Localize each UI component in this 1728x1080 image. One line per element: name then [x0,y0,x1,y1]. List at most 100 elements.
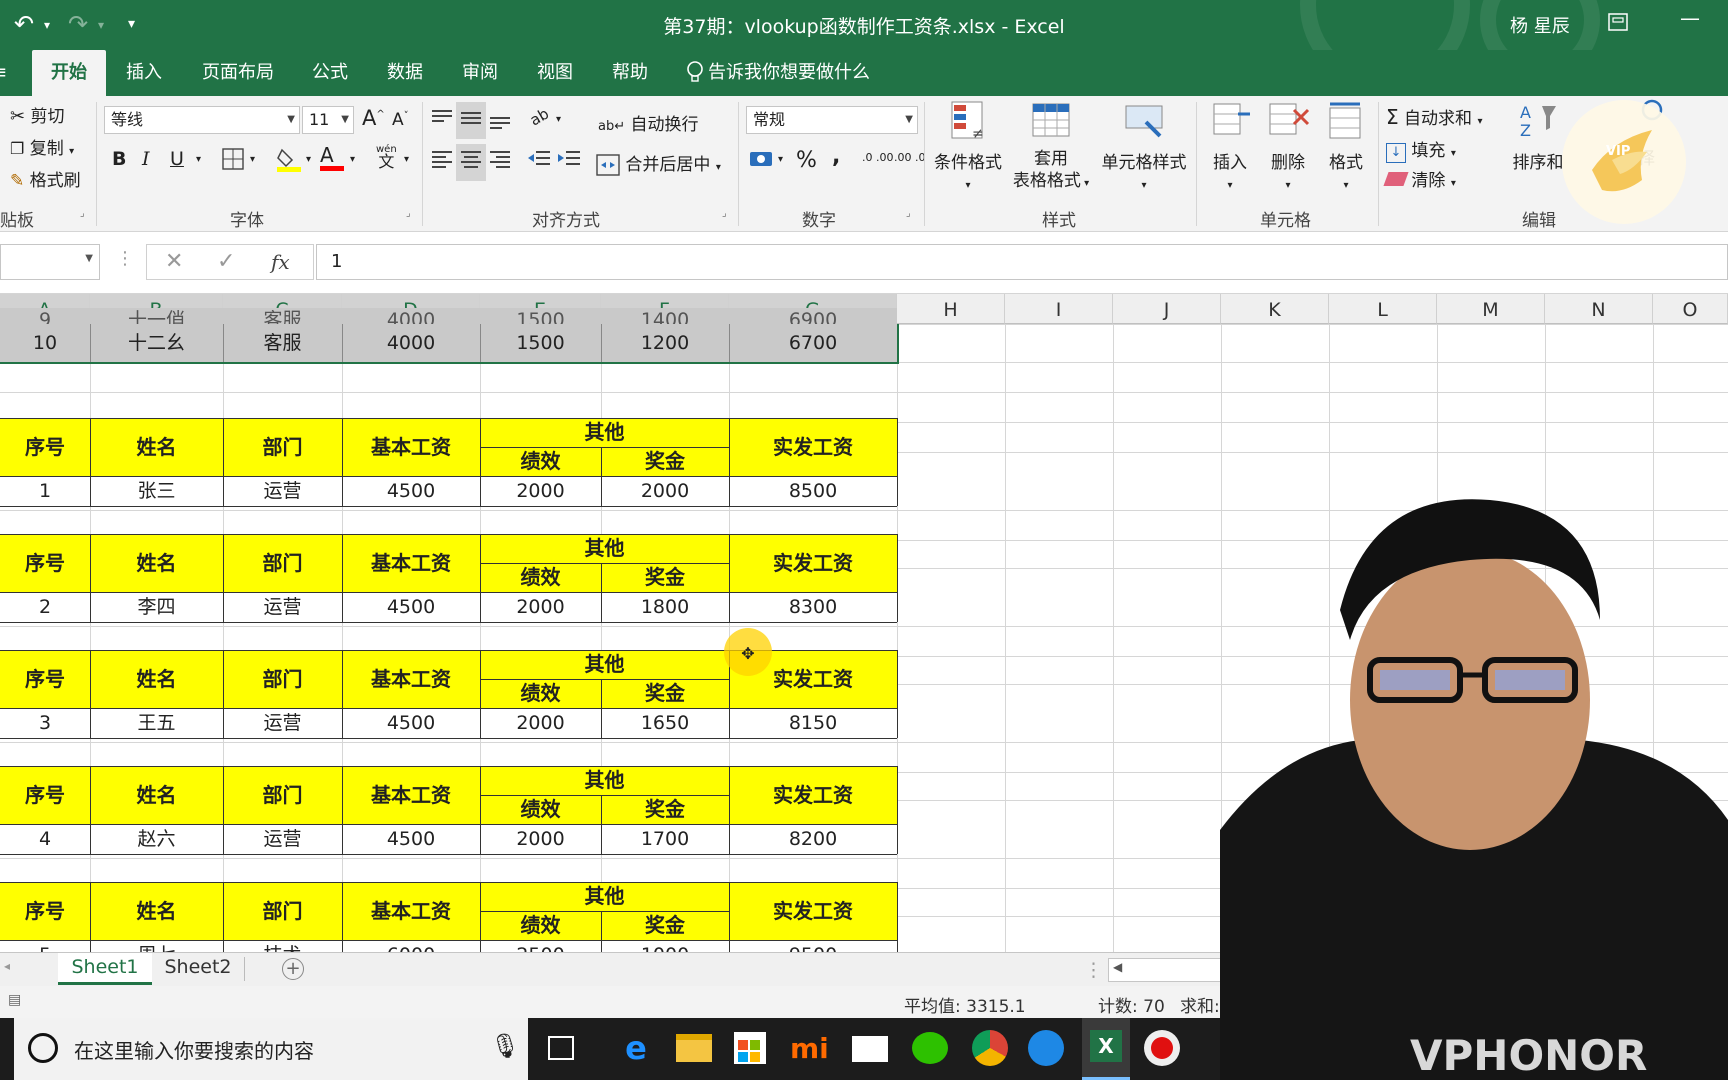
slip-data-cell[interactable]: 2000 [601,476,729,506]
slip-data-cell[interactable]: 1000 [601,940,729,952]
header-bonus[interactable]: 奖金 [601,447,729,476]
chevron-down-icon[interactable]: ▼ [85,253,93,264]
slip-data-cell[interactable]: 运营 [223,708,342,738]
record-button-icon[interactable] [1144,1030,1180,1066]
name-box[interactable]: ▼ [0,244,100,280]
header-base-salary[interactable]: 基本工资 [342,650,480,708]
slip-data-cell[interactable]: 8200 [729,824,897,854]
slip-data-cell[interactable]: 2000 [480,476,601,506]
borders-button[interactable] [222,148,244,175]
header-seq[interactable]: 序号 [0,418,90,476]
row10-cell[interactable]: 4000 [342,324,480,362]
header-bonus[interactable]: 奖金 [601,795,729,824]
tab-page-layout[interactable]: 页面布局 [186,50,290,96]
header-name[interactable]: 姓名 [90,650,223,708]
header-performance[interactable]: 绩效 [480,679,601,708]
slip-data-cell[interactable]: 李四 [90,592,223,622]
align-middle-button[interactable] [456,102,486,139]
header-name[interactable]: 姓名 [90,766,223,824]
fill-color-button[interactable] [276,146,302,177]
format-as-table-button[interactable]: 套用 表格格式 ▾ [1006,100,1096,195]
tab-formulas[interactable]: 公式 [296,50,364,96]
slip-data-cell[interactable]: 8300 [729,592,897,622]
header-dept[interactable]: 部门 [223,766,342,824]
column-header-l[interactable]: L [1329,294,1437,324]
format-painter-button[interactable]: ✎ 格式刷 [10,166,81,191]
copy-button[interactable]: ❐ 复制 ▾ [10,134,74,159]
decrease-decimal-button[interactable]: .00 .0 [894,152,926,164]
align-center-button[interactable] [456,144,486,181]
slip-data-cell[interactable]: 技术 [223,940,342,952]
accounting-format-button[interactable] [748,148,776,175]
insert-cells-button[interactable]: 插入 ▾ [1202,100,1258,193]
row10-cell[interactable]: 十二幺 [90,324,223,362]
edge-icon[interactable]: e [618,1030,654,1066]
header-name[interactable]: 姓名 [90,882,223,940]
slip-data-cell[interactable]: 4500 [342,476,480,506]
microphone-icon[interactable]: 🎙 [490,1032,520,1060]
autosum-button[interactable]: Σ 自动求和 ▾ [1386,104,1482,129]
chevron-down-icon[interactable]: ▾ [404,154,409,165]
percent-button[interactable]: % [796,148,817,173]
chevron-down-icon[interactable]: ▾ [306,154,311,165]
conditional-formatting-button[interactable]: ≠ 条件格式 ▾ [930,100,1006,193]
slip-data-cell[interactable]: 9500 [729,940,897,952]
header-seq[interactable]: 序号 [0,534,90,592]
header-dept[interactable]: 部门 [223,418,342,476]
chrome-icon[interactable] [972,1030,1008,1066]
slip-data-cell[interactable]: 2000 [480,592,601,622]
header-performance[interactable]: 绩效 [480,911,601,940]
italic-button[interactable]: I [142,148,150,170]
font-size-select[interactable]: 11 ▼ [302,106,354,134]
header-net-salary[interactable]: 实发工资 [729,882,897,940]
delete-cells-button[interactable]: 删除 ▾ [1260,100,1316,193]
qq-browser-icon[interactable] [1028,1030,1064,1066]
sheet-scroll-icon[interactable]: ◂ [4,959,10,973]
slip-data-cell[interactable]: 3 [0,708,90,738]
row10-cell[interactable]: 6700 [729,324,897,362]
tell-me-box[interactable]: 告诉我你想要做什么 [670,50,886,96]
header-other[interactable]: 其他 [480,882,729,911]
orientation-button[interactable]: ab [527,105,552,130]
header-seq[interactable]: 序号 [0,882,90,940]
grow-font-button[interactable]: A^ [362,106,385,130]
slip-data-cell[interactable]: 5 [0,940,90,952]
slip-data-cell[interactable]: 运营 [223,824,342,854]
column-header-m[interactable]: M [1437,294,1545,324]
column-header-i[interactable]: I [1005,294,1113,324]
wechat-icon[interactable] [912,1032,948,1064]
increase-decimal-button[interactable]: .0 .00 [862,152,894,164]
slip-data-cell[interactable]: 张三 [90,476,223,506]
column-header-n[interactable]: N [1545,294,1653,324]
header-name[interactable]: 姓名 [90,534,223,592]
slip-data-cell[interactable]: 6000 [342,940,480,952]
macro-record-icon[interactable]: ▤ [8,992,21,1008]
mail-icon[interactable] [852,1036,888,1062]
cell-styles-button[interactable]: 单元格样式 ▾ [1096,100,1192,193]
slip-data-cell[interactable]: 1700 [601,824,729,854]
dialog-launcher-icon[interactable]: ⌟ [80,208,85,219]
slip-data-cell[interactable]: 2500 [480,940,601,952]
increase-indent-button[interactable] [556,148,582,177]
formula-input[interactable]: 1 [316,244,1728,280]
row10-cell[interactable]: 10 [0,324,90,362]
excel-taskbar-button[interactable]: X [1082,1018,1130,1080]
font-name-select[interactable]: 等线 ▼ [104,106,300,134]
underline-button[interactable]: U [170,148,184,170]
fill-button[interactable]: ↓ 填充 ▾ [1386,136,1456,163]
column-header-k[interactable]: K [1221,294,1329,324]
header-name[interactable]: 姓名 [90,418,223,476]
header-seq[interactable]: 序号 [0,766,90,824]
tab-view[interactable]: 视图 [521,50,589,96]
slip-data-cell[interactable]: 1650 [601,708,729,738]
chevron-down-icon[interactable]: ▾ [556,114,561,125]
header-performance[interactable]: 绩效 [480,447,601,476]
slip-data-cell[interactable]: 4500 [342,592,480,622]
ribbon-display-icon[interactable] [1608,12,1628,36]
horizontal-scrollbar[interactable]: ◀ [1108,958,1228,982]
column-header-h[interactable]: H [897,294,1005,324]
font-color-button[interactable]: A [320,144,344,171]
sheet-tab-sheet1[interactable]: Sheet1 [58,953,152,985]
phonetic-button[interactable]: wén 文 [376,144,397,171]
tab-help[interactable]: 帮助 [596,50,664,96]
